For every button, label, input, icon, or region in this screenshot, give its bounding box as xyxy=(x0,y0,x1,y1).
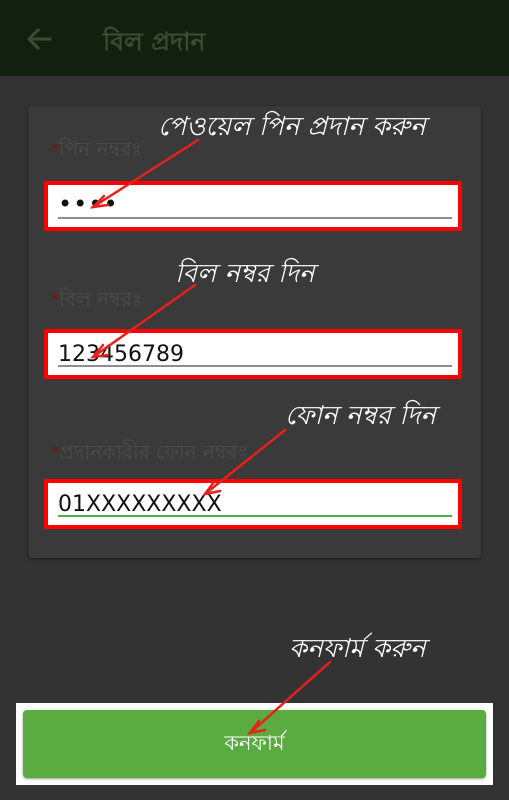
annotation-bill: বিল নম্বর দিন xyxy=(175,259,315,289)
required-mark: * xyxy=(50,443,59,464)
app-bar: বিল প্রদান xyxy=(0,0,509,76)
phone-value: 01XXXXXXXXX xyxy=(58,492,222,517)
pin-underline xyxy=(58,217,452,219)
pin-value: •••• xyxy=(58,190,119,218)
bill-number-label-text: বিল নম্বরঃ xyxy=(59,287,143,311)
pin-label: *পিন নম্বরঃ xyxy=(50,135,142,168)
required-mark: * xyxy=(50,290,59,311)
phone-underline xyxy=(58,515,452,517)
required-mark: * xyxy=(50,140,59,161)
bill-number-label: *বিল নম্বরঃ xyxy=(50,285,143,318)
annotation-pin: পেওয়েল পিন প্রদান করুন xyxy=(158,112,426,142)
bill-number-input[interactable]: 123456789 xyxy=(44,329,462,379)
phone-label-text: প্রদানকারীর ফোন নম্বরঃ xyxy=(59,440,249,464)
pin-label-text: পিন নম্বরঃ xyxy=(59,137,142,161)
annotation-phone: ফোন নম্বর দিন xyxy=(285,401,436,431)
pin-input[interactable]: •••• xyxy=(44,181,462,231)
phone-label: *প্রদানকারীর ফোন নম্বরঃ xyxy=(50,438,248,471)
arrow-back-icon[interactable] xyxy=(24,24,54,54)
bill-number-value: 123456789 xyxy=(58,342,184,367)
annotation-confirm: কনফার্ম করুন xyxy=(289,634,426,664)
page-title: বিল প্রদান xyxy=(103,27,206,56)
phone-input[interactable]: 01XXXXXXXXX xyxy=(44,479,462,529)
confirm-button[interactable]: কনফার্ম xyxy=(23,710,486,778)
bill-number-underline xyxy=(58,365,452,367)
